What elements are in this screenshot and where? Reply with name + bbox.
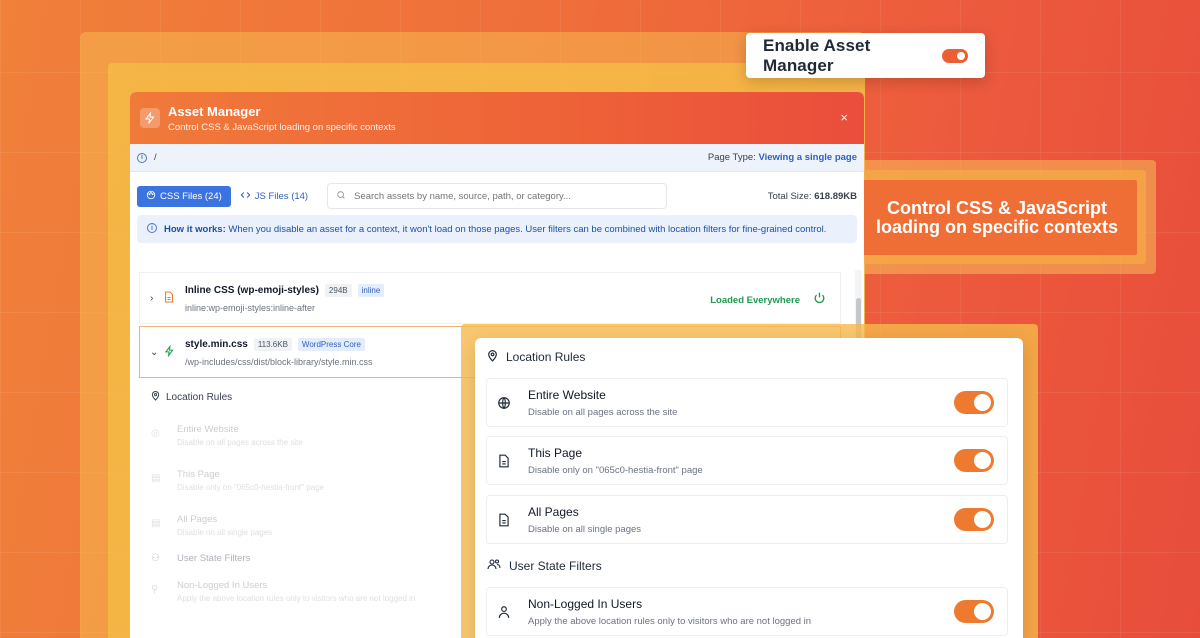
total-size: Total Size: 618.89KB [768, 191, 857, 202]
rule-title: Entire Website [528, 387, 606, 402]
rule-toggle[interactable] [954, 508, 994, 531]
rule-title: Non-Logged In Users [528, 596, 643, 611]
faded-rule-sub: Apply the above location rules only to v… [177, 594, 416, 603]
tab-css-files[interactable]: CSS Files (24) [137, 185, 231, 207]
rule-non-logged-in-users: Non-Logged In Users Apply the above loca… [486, 587, 1008, 636]
faded-location-rules-label: Location Rules [166, 391, 233, 403]
faded-rule-title: All Pages [177, 514, 218, 525]
modal-subtitle: Control CSS & JavaScript loading on spec… [168, 121, 396, 133]
search-input[interactable] [354, 190, 659, 202]
asset-size-badge: 294B [324, 283, 352, 297]
rule-entire-website: Entire Website Disable on all pages acro… [486, 378, 1008, 427]
rule-all-pages: All Pages Disable on all single pages [486, 495, 1008, 544]
modal-header: Asset Manager Control CSS & JavaScript l… [130, 92, 864, 144]
document-icon [497, 513, 511, 527]
faded-rule-sub: Disable on all single pages [177, 528, 273, 537]
document-icon: ▤ [151, 473, 161, 484]
chevron-down-icon[interactable]: ⌄ [150, 347, 164, 358]
asset-name: Inline CSS (wp-emoji-styles) [185, 284, 319, 296]
breadcrumb: / [154, 152, 157, 163]
faded-rule-title: This Page [177, 469, 220, 480]
location-rules-heading: Location Rules [487, 349, 585, 365]
asset-path: inline:wp-emoji-styles:inline-after [185, 302, 316, 313]
users-icon [487, 558, 501, 573]
faded-user-state-label: User State Filters [177, 553, 251, 564]
document-icon [497, 454, 511, 468]
enable-asset-manager-label: Enable Asset Manager [763, 35, 871, 75]
total-size-value: 618.89KB [814, 191, 857, 202]
promo-badge: Control CSS & JavaScript loading on spec… [857, 180, 1137, 255]
code-icon [240, 190, 251, 203]
modal-title: Asset Manager [168, 103, 261, 119]
search-icon [336, 190, 346, 203]
globe-icon [497, 396, 511, 410]
close-button[interactable]: × [840, 110, 848, 125]
faded-user-state-heading: ⚇ User State Filters [151, 537, 459, 564]
asset-tag-badge: inline [357, 283, 385, 297]
rule-subtitle: Apply the above location rules only to v… [528, 615, 812, 627]
document-icon: ▤ [151, 518, 161, 529]
rule-title: All Pages [528, 504, 579, 519]
map-pin-icon [487, 349, 498, 365]
promo-text: Control CSS & JavaScript loading on spec… [875, 197, 1119, 237]
map-pin-icon [151, 390, 160, 404]
faded-rule-item: ▤ This Page Disable only on "065c0-hestia… [151, 447, 459, 492]
rule-toggle[interactable] [954, 449, 994, 472]
tab-js-files[interactable]: JS Files (14) [231, 186, 317, 207]
faded-rule-sub: Disable on all pages across the site [177, 438, 303, 447]
faded-rule-item: ▤ All Pages Disable on all single pages [151, 492, 459, 537]
faded-rules-panel: Location Rules ◎ Entire Website Disable o… [139, 382, 459, 638]
info-icon: i [147, 223, 157, 233]
tab-css-files-label: CSS Files (24) [160, 190, 222, 202]
asset-size-badge: 113.6KB [253, 337, 292, 351]
location-rules-card: Location Rules Entire Website Disable on… [475, 338, 1023, 638]
user-icon [497, 605, 511, 619]
rule-title: This Page [528, 445, 583, 460]
user-icon: ⚲ [151, 584, 159, 595]
globe-icon: ◎ [151, 428, 160, 439]
how-it-works-text: When you disable an asset for a context,… [228, 224, 827, 235]
how-it-works-box: i How it works: When you disable an asse… [137, 215, 857, 243]
toolbar: CSS Files (24) JS Files (14) Total Size:… [130, 172, 864, 209]
info-bar: i / Page Type: Viewing a single page [130, 144, 864, 172]
enable-asset-manager-card: Enable Asset Manager [746, 33, 985, 78]
how-it-works-label: How it works: [164, 224, 226, 235]
page-type-value: Viewing a single page [758, 152, 857, 163]
faded-rule-sub: Disable only on "065c0-hestia-front" pag… [177, 483, 325, 492]
rule-subtitle: Disable on all pages across the site [528, 406, 678, 418]
rule-subtitle: Disable only on "065c0-hestia-front" pag… [528, 464, 703, 476]
rule-toggle[interactable] [954, 600, 994, 623]
rule-subtitle: Disable on all single pages [528, 523, 642, 535]
faded-location-rules-heading: Location Rules [151, 390, 459, 404]
asset-path: /wp-includes/css/dist/block-library/styl… [185, 356, 373, 367]
faded-rule-title: Entire Website [177, 424, 239, 435]
asset-tag-badge: WordPress Core [297, 337, 365, 351]
page-type: Page Type: Viewing a single page [708, 152, 857, 163]
asset-row[interactable]: › Inline CSS (wp-emoji-styles) 294B inli… [139, 272, 841, 324]
tab-js-files-label: JS Files (14) [254, 190, 309, 202]
user-state-label: User State Filters [509, 558, 602, 573]
lightning-icon [140, 108, 160, 128]
lightning-icon [164, 344, 178, 360]
total-size-label: Total Size: [767, 191, 812, 202]
info-icon: i [137, 152, 147, 163]
power-icon[interactable] [813, 291, 826, 309]
user-state-heading: User State Filters [487, 558, 602, 573]
asset-name: style.min.css [185, 338, 248, 350]
chevron-right-icon[interactable]: › [150, 293, 164, 304]
faded-rule-title: Non-Logged In Users [177, 580, 268, 591]
rule-toggle[interactable] [954, 391, 994, 414]
rule-this-page: This Page Disable only on "065c0-hestia-… [486, 436, 1008, 485]
file-code-icon [164, 291, 178, 306]
enable-asset-manager-toggle[interactable] [942, 48, 968, 63]
palette-icon [146, 190, 156, 203]
faded-rule-item: ⚲ Non-Logged In Users Apply the above loc… [151, 564, 459, 603]
users-icon: ⚇ [151, 553, 160, 564]
asset-status: Loaded Everywhere [710, 295, 800, 306]
location-rules-label: Location Rules [506, 350, 586, 364]
page-type-label: Page Type: [707, 152, 756, 163]
search-box [327, 183, 668, 209]
faded-rule-item: ◎ Entire Website Disable on all pages acr… [151, 404, 459, 447]
